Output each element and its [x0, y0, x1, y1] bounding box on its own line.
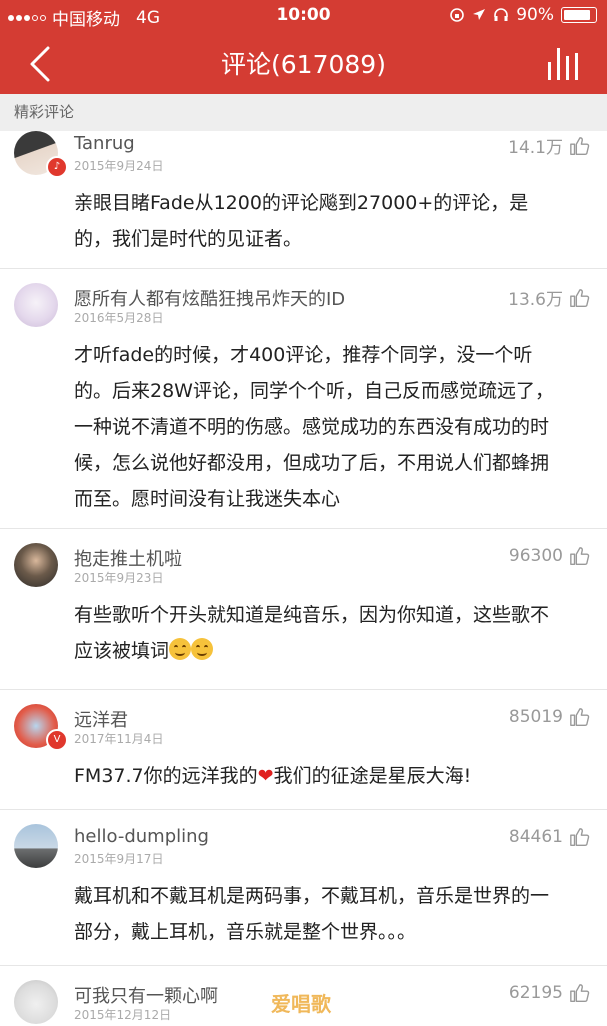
- comment-date: 2015年9月24日: [74, 159, 164, 173]
- thumbs-up-icon: [570, 984, 590, 1002]
- comment-date: 2015年12月12日: [74, 1008, 172, 1022]
- headphones-icon: [494, 8, 509, 21]
- comment-item: ♪ Tanrug 2015年9月24日 14.1万 亲眼目睹Fade从1200的…: [0, 131, 607, 269]
- location-icon: [473, 9, 486, 20]
- like-button[interactable]: 14.1万: [508, 133, 591, 158]
- comment-text: 有些歌听个开头就知道是纯音乐，因为你知道，这些歌不 应该被填词: [74, 597, 594, 669]
- battery-icon: [561, 7, 597, 23]
- like-button[interactable]: 62195: [509, 982, 591, 1004]
- avatar[interactable]: [14, 543, 58, 587]
- comment-text: 戴耳机和不戴耳机是两码事，不戴耳机，音乐是世界的一 部分，戴上耳机，音乐就是整个…: [74, 878, 594, 950]
- comment-line-text: 应该被填词: [74, 640, 170, 662]
- comment-date: 2017年11月4日: [74, 732, 164, 746]
- avatar[interactable]: [14, 980, 58, 1024]
- comment-username[interactable]: 可我只有一颗心啊: [74, 982, 218, 1008]
- comment-line: 一种说不清道不明的伤感。感觉成功的东西没有成功的时: [74, 416, 550, 438]
- comment-line: 应该被填词: [74, 633, 594, 669]
- like-count: 85019: [508, 707, 563, 727]
- comment-line: 的，我们是时代的见证者。: [74, 228, 303, 250]
- comment-date: 2015年9月23日: [74, 571, 164, 585]
- comment-text: FM37.7你的远洋我的❤我们的征途是星辰大海!: [74, 758, 594, 794]
- like-button[interactable]: 96300: [509, 545, 591, 567]
- comment-line-text: FM37.7你的远洋我的: [74, 765, 258, 787]
- like-button[interactable]: 85019: [509, 706, 591, 728]
- thumbs-up-icon: [570, 547, 590, 565]
- smile-emoji-icon: [169, 638, 192, 660]
- thumbs-up-icon: [570, 288, 590, 307]
- like-count: 84461: [508, 827, 563, 847]
- smile-emoji-icon: [191, 638, 214, 660]
- like-button[interactable]: 13.6万: [508, 285, 591, 310]
- page-title: 评论(617089): [221, 50, 386, 79]
- thumbs-up-icon: [570, 828, 590, 846]
- comment-text: 才听fade的时候，才400评论，推荐个同学，没一个听 的。后来28W评论，同学…: [74, 337, 594, 517]
- comment-item: V 远洋君 2017年11月4日 85019 FM37.7你的远洋我的❤我们的征…: [0, 690, 607, 810]
- battery-percent: 90%: [516, 5, 554, 25]
- comment-username[interactable]: Tanrug: [74, 133, 135, 154]
- comment-date: 2015年9月17日: [74, 852, 164, 866]
- verified-badge-icon: V: [46, 729, 68, 751]
- comment-list: ♪ Tanrug 2015年9月24日 14.1万 亲眼目睹Fade从1200的…: [0, 131, 607, 1026]
- like-button[interactable]: 84461: [509, 826, 591, 848]
- thumbs-up-icon: [570, 708, 590, 726]
- comment-item: hello-dumpling 2015年9月17日 84461 戴耳机和不戴耳机…: [0, 810, 607, 966]
- heart-emoji-icon: ❤: [257, 765, 274, 787]
- thumbs-up-icon: [570, 136, 590, 155]
- comment-line: 部分，戴上耳机，音乐就是整个世界。。。: [74, 921, 417, 943]
- comment-line: 亲眼目睹Fade从1200的评论飚到27000+的评论，是: [74, 192, 529, 214]
- comment-date: 2016年5月28日: [74, 311, 164, 325]
- comment-username[interactable]: 远洋君: [74, 706, 128, 732]
- comment-item: 抱走推土机啦 2015年9月23日 96300 有些歌听个开头就知道是纯音乐，因…: [0, 529, 607, 690]
- section-header: 精彩评论: [0, 94, 607, 131]
- comment-line-text: 我们的征途是星辰大海!: [273, 765, 472, 787]
- bar-graph-icon[interactable]: [545, 44, 583, 82]
- avatar[interactable]: [14, 283, 58, 327]
- watermark-text: 爱唱歌: [271, 992, 331, 1016]
- like-count: 14.1万: [508, 138, 563, 158]
- music-badge-icon: ♪: [46, 156, 68, 178]
- comment-item: 愿所有人都有炫酷狂拽吊炸天的ID 2016年5月28日 13.6万 才听fade…: [0, 269, 607, 529]
- avatar[interactable]: [14, 824, 58, 868]
- nav-bar: 评论(617089): [0, 30, 607, 94]
- comment-username[interactable]: 抱走推土机啦: [74, 545, 182, 571]
- comment-line: 才听fade的时候，才400评论，推荐个同学，没一个听: [74, 344, 533, 366]
- comment-line: 候，怎么说他好都没用，但成功了后，不用说人们都蜂拥: [74, 452, 550, 474]
- rotation-lock-icon: [450, 8, 465, 22]
- like-count: 96300: [508, 546, 563, 566]
- status-bar: 中国移动 4G 10:00 90%: [0, 0, 607, 30]
- comment-line: FM37.7你的远洋我的❤我们的征途是星辰大海!: [74, 758, 594, 794]
- comment-line: 的。后来28W评论，同学个个听，自己反而感觉疏远了，: [74, 380, 554, 402]
- section-title: 精彩评论: [14, 103, 75, 121]
- comment-line: 戴耳机和不戴耳机是两码事，不戴耳机，音乐是世界的一: [74, 885, 550, 907]
- like-count: 13.6万: [508, 290, 563, 310]
- comment-line: 有些歌听个开头就知道是纯音乐，因为你知道，这些歌不: [74, 604, 550, 626]
- comment-text: 亲眼目睹Fade从1200的评论飚到27000+的评论，是 的，我们是时代的见证…: [74, 185, 594, 257]
- like-count: 62195: [508, 983, 563, 1003]
- comment-username[interactable]: 愿所有人都有炫酷狂拽吊炸天的ID: [74, 285, 345, 311]
- comment-line: 而至。愿时间没有让我迷失本心: [74, 488, 341, 510]
- comment-username[interactable]: hello-dumpling: [74, 826, 209, 847]
